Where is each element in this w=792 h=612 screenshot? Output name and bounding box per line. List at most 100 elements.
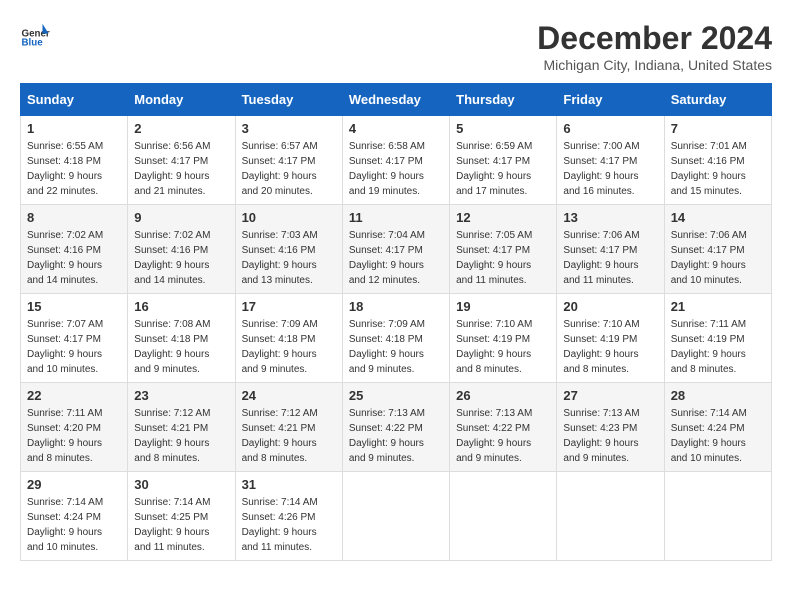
day-cell: 31 Sunrise: 7:14 AM Sunset: 4:26 PM Dayl… xyxy=(235,472,342,561)
sunset-label: Sunset: 4:17 PM xyxy=(563,245,637,256)
day-info: Sunrise: 6:59 AM Sunset: 4:17 PM Dayligh… xyxy=(456,139,550,199)
calendar-header: Sunday Monday Tuesday Wednesday Thursday… xyxy=(21,84,772,116)
sunrise-label: Sunrise: 7:08 AM xyxy=(134,319,210,330)
sunset-label: Sunset: 4:18 PM xyxy=(134,334,208,345)
sunrise-label: Sunrise: 7:01 AM xyxy=(671,141,747,152)
day-number: 23 xyxy=(134,388,228,403)
daylight-label: Daylight: 9 hours and 14 minutes. xyxy=(27,260,102,286)
sunrise-label: Sunrise: 7:04 AM xyxy=(349,230,425,241)
day-cell xyxy=(664,472,771,561)
day-cell: 5 Sunrise: 6:59 AM Sunset: 4:17 PM Dayli… xyxy=(450,116,557,205)
day-info: Sunrise: 7:02 AM Sunset: 4:16 PM Dayligh… xyxy=(134,228,228,288)
sunset-label: Sunset: 4:22 PM xyxy=(349,423,423,434)
sunset-label: Sunset: 4:16 PM xyxy=(134,245,208,256)
day-info: Sunrise: 7:12 AM Sunset: 4:21 PM Dayligh… xyxy=(242,406,336,466)
week-row-4: 22 Sunrise: 7:11 AM Sunset: 4:20 PM Dayl… xyxy=(21,383,772,472)
day-cell: 8 Sunrise: 7:02 AM Sunset: 4:16 PM Dayli… xyxy=(21,205,128,294)
day-cell: 20 Sunrise: 7:10 AM Sunset: 4:19 PM Dayl… xyxy=(557,294,664,383)
day-info: Sunrise: 7:06 AM Sunset: 4:17 PM Dayligh… xyxy=(671,228,765,288)
daylight-label: Daylight: 9 hours and 20 minutes. xyxy=(242,171,317,197)
sunset-label: Sunset: 4:26 PM xyxy=(242,512,316,523)
day-info: Sunrise: 7:13 AM Sunset: 4:23 PM Dayligh… xyxy=(563,406,657,466)
day-info: Sunrise: 7:09 AM Sunset: 4:18 PM Dayligh… xyxy=(349,317,443,377)
sunset-label: Sunset: 4:24 PM xyxy=(671,423,745,434)
header: General Blue December 2024 Michigan City… xyxy=(20,20,772,73)
daylight-label: Daylight: 9 hours and 11 minutes. xyxy=(456,260,531,286)
sunrise-label: Sunrise: 7:09 AM xyxy=(242,319,318,330)
daylight-label: Daylight: 9 hours and 9 minutes. xyxy=(349,349,424,375)
sunrise-label: Sunrise: 7:02 AM xyxy=(27,230,103,241)
day-number: 7 xyxy=(671,121,765,136)
day-number: 13 xyxy=(563,210,657,225)
day-cell: 17 Sunrise: 7:09 AM Sunset: 4:18 PM Dayl… xyxy=(235,294,342,383)
day-cell: 26 Sunrise: 7:13 AM Sunset: 4:22 PM Dayl… xyxy=(450,383,557,472)
day-number: 21 xyxy=(671,299,765,314)
daylight-label: Daylight: 9 hours and 9 minutes. xyxy=(563,438,638,464)
sunrise-label: Sunrise: 7:14 AM xyxy=(27,497,103,508)
sunrise-label: Sunrise: 7:13 AM xyxy=(563,408,639,419)
sunset-label: Sunset: 4:17 PM xyxy=(134,156,208,167)
week-row-2: 8 Sunrise: 7:02 AM Sunset: 4:16 PM Dayli… xyxy=(21,205,772,294)
day-info: Sunrise: 7:10 AM Sunset: 4:19 PM Dayligh… xyxy=(563,317,657,377)
day-cell: 6 Sunrise: 7:00 AM Sunset: 4:17 PM Dayli… xyxy=(557,116,664,205)
day-info: Sunrise: 7:04 AM Sunset: 4:17 PM Dayligh… xyxy=(349,228,443,288)
sunset-label: Sunset: 4:17 PM xyxy=(563,156,637,167)
col-wednesday: Wednesday xyxy=(342,84,449,116)
sunset-label: Sunset: 4:17 PM xyxy=(456,156,530,167)
daylight-label: Daylight: 9 hours and 17 minutes. xyxy=(456,171,531,197)
day-number: 16 xyxy=(134,299,228,314)
sunrise-label: Sunrise: 6:56 AM xyxy=(134,141,210,152)
day-number: 11 xyxy=(349,210,443,225)
sunset-label: Sunset: 4:16 PM xyxy=(242,245,316,256)
page-container: General Blue December 2024 Michigan City… xyxy=(20,20,772,561)
daylight-label: Daylight: 9 hours and 8 minutes. xyxy=(27,438,102,464)
day-cell: 11 Sunrise: 7:04 AM Sunset: 4:17 PM Dayl… xyxy=(342,205,449,294)
sunset-label: Sunset: 4:21 PM xyxy=(242,423,316,434)
daylight-label: Daylight: 9 hours and 16 minutes. xyxy=(563,171,638,197)
day-info: Sunrise: 7:00 AM Sunset: 4:17 PM Dayligh… xyxy=(563,139,657,199)
sunrise-label: Sunrise: 7:05 AM xyxy=(456,230,532,241)
daylight-label: Daylight: 9 hours and 11 minutes. xyxy=(563,260,638,286)
sunset-label: Sunset: 4:25 PM xyxy=(134,512,208,523)
daylight-label: Daylight: 9 hours and 8 minutes. xyxy=(134,438,209,464)
day-cell: 2 Sunrise: 6:56 AM Sunset: 4:17 PM Dayli… xyxy=(128,116,235,205)
sunset-label: Sunset: 4:18 PM xyxy=(27,156,101,167)
sunrise-label: Sunrise: 7:11 AM xyxy=(671,319,746,330)
title-section: December 2024 Michigan City, Indiana, Un… xyxy=(537,20,772,73)
day-cell xyxy=(342,472,449,561)
sunrise-label: Sunrise: 7:13 AM xyxy=(456,408,532,419)
sunrise-label: Sunrise: 7:07 AM xyxy=(27,319,103,330)
daylight-label: Daylight: 9 hours and 21 minutes. xyxy=(134,171,209,197)
daylight-label: Daylight: 9 hours and 15 minutes. xyxy=(671,171,746,197)
sunrise-label: Sunrise: 7:02 AM xyxy=(134,230,210,241)
daylight-label: Daylight: 9 hours and 9 minutes. xyxy=(349,438,424,464)
day-info: Sunrise: 7:13 AM Sunset: 4:22 PM Dayligh… xyxy=(349,406,443,466)
sunset-label: Sunset: 4:17 PM xyxy=(349,245,423,256)
sunset-label: Sunset: 4:18 PM xyxy=(242,334,316,345)
calendar-table: Sunday Monday Tuesday Wednesday Thursday… xyxy=(20,83,772,561)
sunset-label: Sunset: 4:17 PM xyxy=(242,156,316,167)
col-friday: Friday xyxy=(557,84,664,116)
day-number: 20 xyxy=(563,299,657,314)
day-cell: 24 Sunrise: 7:12 AM Sunset: 4:21 PM Dayl… xyxy=(235,383,342,472)
day-number: 4 xyxy=(349,121,443,136)
day-number: 31 xyxy=(242,477,336,492)
sunrise-label: Sunrise: 7:10 AM xyxy=(456,319,532,330)
sunrise-label: Sunrise: 7:12 AM xyxy=(242,408,318,419)
daylight-label: Daylight: 9 hours and 8 minutes. xyxy=(242,438,317,464)
day-info: Sunrise: 7:11 AM Sunset: 4:19 PM Dayligh… xyxy=(671,317,765,377)
day-cell: 15 Sunrise: 7:07 AM Sunset: 4:17 PM Dayl… xyxy=(21,294,128,383)
day-info: Sunrise: 7:10 AM Sunset: 4:19 PM Dayligh… xyxy=(456,317,550,377)
day-cell: 25 Sunrise: 7:13 AM Sunset: 4:22 PM Dayl… xyxy=(342,383,449,472)
daylight-label: Daylight: 9 hours and 8 minutes. xyxy=(563,349,638,375)
logo-icon: General Blue xyxy=(20,20,50,50)
day-number: 10 xyxy=(242,210,336,225)
day-info: Sunrise: 7:05 AM Sunset: 4:17 PM Dayligh… xyxy=(456,228,550,288)
col-tuesday: Tuesday xyxy=(235,84,342,116)
daylight-label: Daylight: 9 hours and 10 minutes. xyxy=(27,349,102,375)
sunrise-label: Sunrise: 7:00 AM xyxy=(563,141,639,152)
day-info: Sunrise: 6:58 AM Sunset: 4:17 PM Dayligh… xyxy=(349,139,443,199)
day-info: Sunrise: 7:08 AM Sunset: 4:18 PM Dayligh… xyxy=(134,317,228,377)
daylight-label: Daylight: 9 hours and 14 minutes. xyxy=(134,260,209,286)
week-row-5: 29 Sunrise: 7:14 AM Sunset: 4:24 PM Dayl… xyxy=(21,472,772,561)
